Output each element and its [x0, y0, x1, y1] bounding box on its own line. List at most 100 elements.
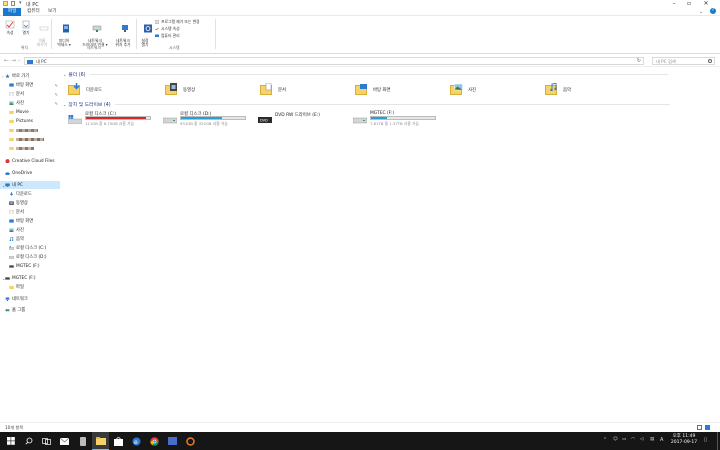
- file-explorer-taskbar-icon[interactable]: [92, 432, 109, 450]
- nav-pictures-pinned[interactable]: 사진 ✎: [0, 99, 60, 107]
- folder-downloads[interactable]: 다운로드: [68, 81, 158, 98]
- nav-pc-pictures[interactable]: 사진: [0, 226, 60, 234]
- nav-pc-videos[interactable]: 동영상: [0, 199, 60, 207]
- nav-network[interactable]: 네트워크: [0, 295, 60, 303]
- details-view-icon[interactable]: [697, 425, 702, 430]
- tab-computer[interactable]: 컴퓨터: [22, 8, 45, 16]
- redacted-label: [16, 146, 34, 150]
- system-properties-label: 시스템 속성: [161, 26, 180, 31]
- nav-pc-desktop[interactable]: 바탕 화면: [0, 217, 60, 225]
- drive-c[interactable]: 로컬 디스크 (C:) 111GB 중 6.70GB 사용 가능: [68, 111, 160, 131]
- redacted-label: [16, 128, 38, 132]
- address-field[interactable]: 내 PC ↻: [24, 57, 644, 65]
- access-media-button[interactable]: 미디어 액세스 ▾: [53, 20, 75, 55]
- people-icon[interactable]: ☺: [613, 437, 618, 442]
- quick-access-dropdown-icon[interactable]: ▾: [19, 0, 22, 6]
- rename-button[interactable]: 이름 바꾸기: [34, 20, 50, 55]
- chrome-browser-icon[interactable]: [146, 432, 163, 450]
- drives-section-header[interactable]: ⌄ 장치 및 드라이브 (4): [63, 101, 713, 108]
- open-button[interactable]: 열기: [19, 20, 33, 35]
- breadcrumb[interactable]: 내 PC: [36, 58, 47, 65]
- computer-icon: [5, 183, 10, 187]
- nav-documents-pinned[interactable]: 문서 ✎: [0, 90, 60, 98]
- nav-pc-music[interactable]: 음악: [0, 235, 60, 243]
- volume-icon[interactable]: ◁: [640, 437, 643, 442]
- nav-label: 바로 가기: [12, 74, 30, 79]
- nav-pc-drive-f[interactable]: MGTEC (F:): [0, 262, 60, 270]
- open-settings-button[interactable]: 설정 열기: [138, 20, 152, 55]
- nav-movie-folder[interactable]: Movie: [0, 108, 60, 116]
- battery-icon[interactable]: ▭: [622, 437, 626, 442]
- folder-videos[interactable]: 동영상: [165, 81, 255, 98]
- folder-documents[interactable]: 문서: [260, 81, 350, 98]
- nav-redacted-folder[interactable]: [0, 135, 60, 143]
- edge-browser-icon[interactable]: e: [128, 432, 145, 450]
- app-orange-icon[interactable]: [182, 432, 199, 450]
- search-input[interactable]: 내 PC 검색: [652, 57, 715, 65]
- nav-pc-documents[interactable]: 문서: [0, 208, 60, 216]
- nav-onedrive[interactable]: OneDrive: [0, 169, 60, 177]
- nav-usb-files-folder[interactable]: 파일: [0, 283, 60, 291]
- keyboard-icon[interactable]: ▤: [650, 437, 654, 442]
- rename-label: 이름 바꾸기: [36, 38, 48, 47]
- folder-label: 음악: [563, 87, 572, 93]
- folders-section-header[interactable]: ⌄ 폴더 (6): [63, 71, 713, 78]
- close-button[interactable]: ✕: [700, 0, 712, 8]
- drive-d[interactable]: 로컬 디스크 (D:) 931GB 중 332GB 사용 가능: [163, 111, 255, 131]
- ribbon-expand-icon[interactable]: ⌄: [699, 9, 703, 15]
- forward-arrow-icon[interactable]: →: [11, 57, 16, 64]
- hard-drive-icon: [163, 117, 177, 124]
- recent-locations-icon[interactable]: ⌄: [17, 58, 21, 63]
- item-count: 10개 항목: [5, 425, 24, 430]
- folder-desktop[interactable]: 바탕 화면: [355, 81, 445, 98]
- maximize-button[interactable]: ▫: [683, 0, 695, 8]
- folder-pictures[interactable]: 사진: [450, 81, 540, 98]
- nav-pc-drive-c[interactable]: 로컬 디스크 (C:): [0, 244, 60, 252]
- nav-quick-access[interactable]: › 바로 가기: [0, 72, 60, 80]
- network-wifi-icon[interactable]: ◠: [631, 437, 635, 442]
- system-properties-button[interactable]: 시스템 속성: [155, 26, 180, 32]
- refresh-icon[interactable]: ↻: [637, 58, 641, 65]
- properties-button[interactable]: 속성: [3, 20, 17, 35]
- rename-icon: [40, 26, 49, 31]
- minimize-button[interactable]: –: [668, 0, 680, 8]
- nav-creative-cloud[interactable]: Creative Cloud Files: [0, 157, 60, 165]
- drive-e-dvd[interactable]: DVD DVD RW 드라이브 (E:): [258, 111, 350, 131]
- add-network-location-button[interactable]: 네트워크 위치 추가: [113, 20, 133, 55]
- nav-desktop-pinned[interactable]: 바탕 화면 ✎: [0, 81, 60, 89]
- mail-icon[interactable]: [56, 432, 73, 450]
- folder-music[interactable]: 음악: [545, 81, 635, 98]
- drive-f-usb[interactable]: MGTEC (F:) 7.61TB 중 1.37TB 사용 가능: [353, 111, 445, 131]
- folder-icon: [3, 1, 8, 6]
- nav-pictures-folder[interactable]: Pictures: [0, 117, 60, 125]
- nav-redacted-folder[interactable]: [0, 126, 60, 134]
- help-icon[interactable]: ?: [710, 8, 716, 14]
- nav-this-pc[interactable]: ⌄ 내 PC: [0, 181, 60, 189]
- ime-indicator[interactable]: A: [660, 437, 663, 443]
- nav-usb-drive[interactable]: ⌄ MGTEC (F:): [0, 274, 60, 282]
- notifications-up-arrow-icon[interactable]: ⌃: [603, 437, 607, 443]
- tab-view[interactable]: 보기: [43, 8, 61, 16]
- start-windows-icon[interactable]: [2, 432, 19, 450]
- phone-icon[interactable]: [74, 432, 91, 450]
- large-icons-view-icon[interactable]: [705, 425, 710, 430]
- task-view-icon[interactable]: [38, 432, 55, 450]
- app-blue-icon[interactable]: [164, 432, 181, 450]
- store-icon[interactable]: [110, 432, 127, 450]
- nav-redacted-folder[interactable]: [0, 144, 60, 152]
- group-system-label: 시스템: [169, 45, 180, 50]
- properties-quick-icon[interactable]: [11, 1, 15, 6]
- nav-pc-downloads[interactable]: 다운로드: [0, 190, 60, 198]
- nav-pc-drive-d[interactable]: 로컬 디스크 (D:): [0, 253, 60, 261]
- uninstall-program-button[interactable]: 프로그램 제거 또는 변경: [155, 19, 200, 25]
- action-center-icon[interactable]: ▯: [704, 437, 707, 443]
- desktop-icon: [9, 219, 14, 223]
- tab-file[interactable]: 파일: [3, 8, 22, 16]
- pin-icon: ✎: [54, 91, 58, 97]
- computer-management-button[interactable]: 컴퓨터 관리: [155, 33, 180, 39]
- nav-homegroup[interactable]: 홈 그룹: [0, 306, 60, 314]
- settings-gear-icon: [143, 24, 152, 33]
- clock[interactable]: 오후 11:49 2017-09-17: [668, 434, 700, 446]
- back-arrow-icon[interactable]: ←: [4, 57, 9, 64]
- search-icon[interactable]: [20, 432, 37, 450]
